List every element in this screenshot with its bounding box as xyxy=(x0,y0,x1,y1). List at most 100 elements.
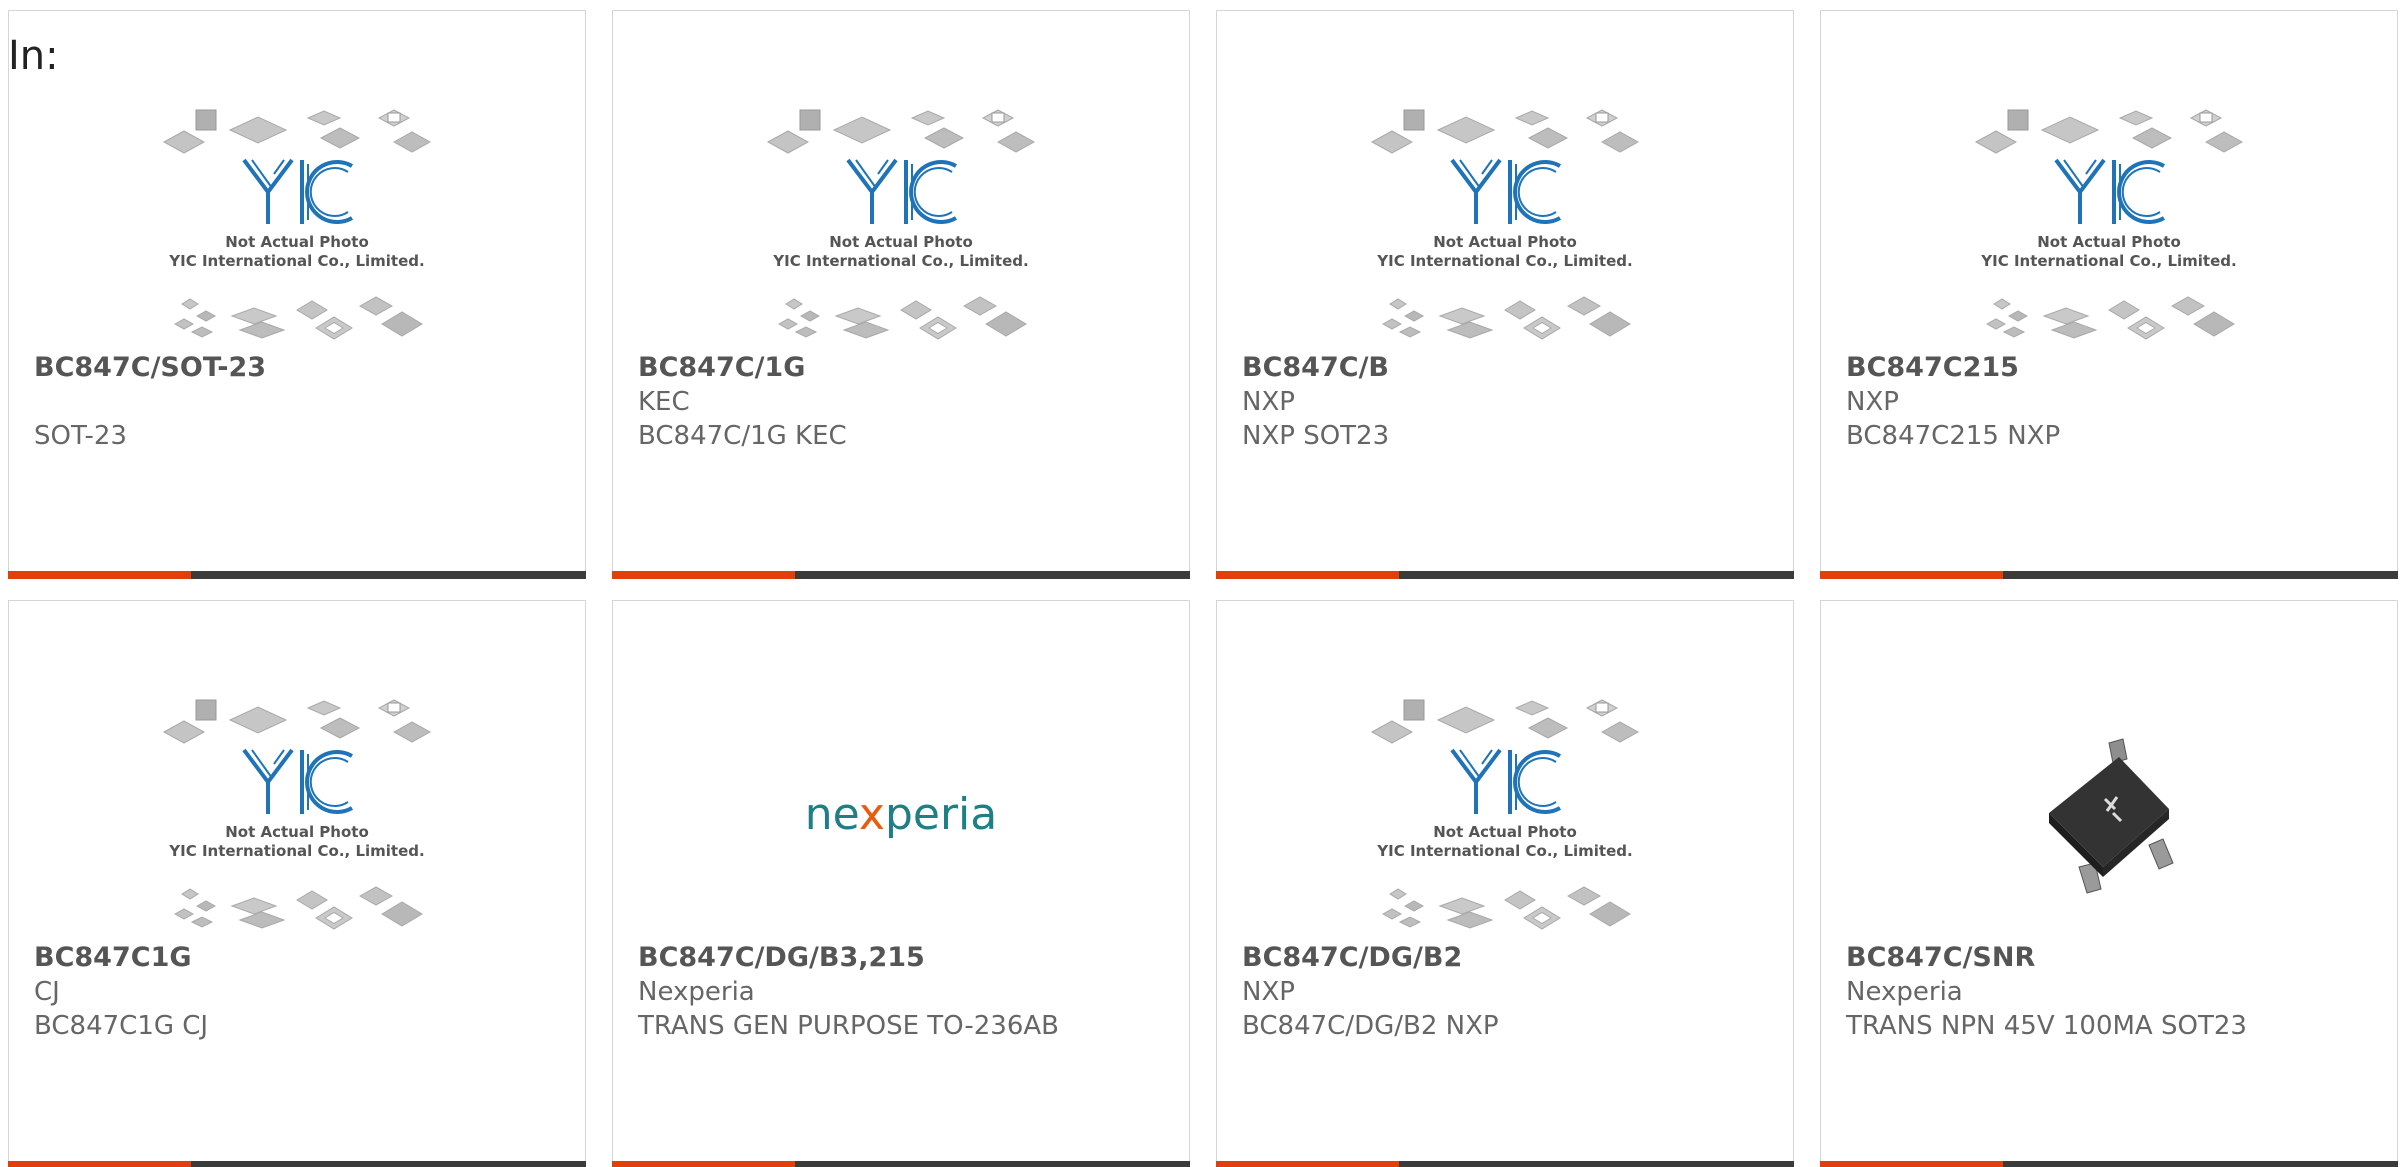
yic-placeholder-image: Not Actual PhotoYIC International Co., L… xyxy=(766,109,1036,340)
product-grid: Not Actual Photo YIC International Co., L… xyxy=(8,10,2398,1167)
yic-placeholder-image: Not Actual PhotoYIC International Co., L… xyxy=(1974,109,2244,340)
yic-logo xyxy=(846,158,957,224)
product-card[interactable]: Not Actual Photo YIC International Co., L… xyxy=(1216,600,1794,1167)
part-number-link[interactable]: BC847C/DG/B2 xyxy=(1242,941,1783,975)
accent-bar-segment xyxy=(1820,571,2003,579)
accent-bar-segment xyxy=(612,571,795,579)
description-text: BC847C1G CJ xyxy=(34,1011,209,1041)
yic-logo xyxy=(242,748,353,814)
card-accent-bar xyxy=(1216,571,1794,579)
product-info: BC847C/SNR Nexperia TRANS NPN 45V 100MA SO… xyxy=(1846,941,2387,1043)
dark-bar-segment xyxy=(191,1161,586,1167)
card-accent-bar xyxy=(8,571,586,579)
company-name-text: YIC International Co., Limited. xyxy=(1980,252,2236,270)
part-number-link[interactable]: BC847C/SOT-23 xyxy=(34,351,575,385)
product-card[interactable]: Not Actual Photo YIC International Co., L… xyxy=(1216,10,1794,579)
description-text: BC847C/DG/B2 NXP xyxy=(1242,1011,1499,1041)
in-label: In: xyxy=(8,33,59,79)
accent-bar-segment xyxy=(1216,1161,1399,1167)
product-info: BC847C/DG/B2 NXP BC847C/DG/B2 NXP xyxy=(1242,941,1783,1043)
product-image[interactable]: Not Actual Photo YIC International Co., L… xyxy=(9,689,585,945)
company-name-text: YIC International Co., Limited. xyxy=(1376,842,1632,860)
company-name-text: YIC International Co., Limited. xyxy=(168,252,424,270)
company-name-text: YIC International Co., Limited. xyxy=(168,842,424,860)
product-image[interactable]: Not Actual Photo YIC International Co., L… xyxy=(1821,99,2397,355)
yic-placeholder-image: Not Actual PhotoYIC International Co., L… xyxy=(1370,109,1640,340)
yic-logo xyxy=(2054,158,2165,224)
not-actual-photo-text: Not Actual Photo xyxy=(1433,233,1577,251)
company-name-text: YIC International Co., Limited. xyxy=(1376,252,1632,270)
dark-bar-segment xyxy=(795,1161,1190,1167)
product-card[interactable]: BC847C/SNR Nexperia TRANS NPN 45V 100MA SO… xyxy=(1820,600,2398,1167)
sot23-chip-photo xyxy=(2049,738,2174,894)
part-number-link[interactable]: BC847C1G xyxy=(34,941,575,975)
not-actual-photo-text: Not Actual Photo xyxy=(225,233,369,251)
manufacturer-text: Nexperia xyxy=(1846,977,1963,1007)
yic-logo xyxy=(1450,158,1561,224)
product-grid-page: Not Actual Photo YIC International Co., L… xyxy=(0,0,2400,1167)
description-text: BC847C/1G KEC xyxy=(638,421,847,451)
manufacturer-text: NXP xyxy=(1242,387,1295,417)
description-text: TRANS NPN 45V 100MA SOT23 xyxy=(1846,1011,2247,1041)
card-accent-bar xyxy=(1820,1161,2398,1167)
dark-bar-segment xyxy=(1399,571,1794,579)
yic-logo xyxy=(1450,748,1561,814)
product-info: BC847C/1G KEC BC847C/1G KEC xyxy=(638,351,1179,453)
manufacturer-text: NXP xyxy=(1242,977,1295,1007)
svg-text:nexperia: nexperia xyxy=(805,789,998,840)
manufacturer-text: Nexperia xyxy=(638,977,755,1007)
part-number-link[interactable]: BC847C215 xyxy=(1846,351,2387,385)
product-card[interactable]: Not Actual Photo YIC International Co., L… xyxy=(8,10,586,579)
manufacturer-text: CJ xyxy=(34,977,60,1007)
product-image[interactable]: Not Actual Photo YIC International Co., L… xyxy=(1217,689,1793,945)
product-image[interactable]: Not Actual Photo YIC International Co., L… xyxy=(613,99,1189,355)
card-accent-bar xyxy=(8,1161,586,1167)
dark-bar-segment xyxy=(795,571,1190,579)
part-number-link[interactable]: BC847C/B xyxy=(1242,351,1783,385)
product-card[interactable]: Not Actual Photo YIC International Co., L… xyxy=(612,10,1190,579)
product-image[interactable] xyxy=(1821,689,2397,945)
product-info: BC847C1G CJ BC847C1G CJ xyxy=(34,941,575,1043)
product-card[interactable]: Not Actual Photo YIC International Co., L… xyxy=(1820,10,2398,579)
product-card[interactable]: nexperia BC847C/DG/B3,215 Nexperia TRANS GE… xyxy=(612,600,1190,1167)
yic-placeholder-image: Not Actual PhotoYIC International Co., L… xyxy=(1370,699,1640,930)
card-accent-bar xyxy=(1216,1161,1794,1167)
part-number-link[interactable]: BC847C/SNR xyxy=(1846,941,2387,975)
product-info: BC847C215 NXP BC847C215 NXP xyxy=(1846,351,2387,453)
dark-bar-segment xyxy=(2003,571,2398,579)
accent-bar-segment xyxy=(8,571,191,579)
product-info: BC847C/SOT-23 SOT-23 xyxy=(34,351,575,453)
not-actual-photo-text: Not Actual Photo xyxy=(2037,233,2181,251)
nexperia-logo: nexperia xyxy=(805,789,998,840)
description-text: SOT-23 xyxy=(34,421,127,451)
part-number-link[interactable]: BC847C/DG/B3,215 xyxy=(638,941,1179,975)
manufacturer-text: KEC xyxy=(638,387,690,417)
yic-logo xyxy=(242,158,353,224)
card-accent-bar xyxy=(612,571,1190,579)
part-number-link[interactable]: BC847C/1G xyxy=(638,351,1179,385)
description-text: TRANS GEN PURPOSE TO-236AB xyxy=(638,1011,1060,1041)
description-text: NXP SOT23 xyxy=(1242,421,1390,451)
not-actual-photo-text: Not Actual Photo xyxy=(1433,823,1577,841)
company-name-text: YIC International Co., Limited. xyxy=(772,252,1028,270)
dark-bar-segment xyxy=(2003,1161,2398,1167)
accent-bar-segment xyxy=(1216,571,1399,579)
product-image[interactable]: nexperia xyxy=(613,689,1189,945)
accent-bar-segment xyxy=(8,1161,191,1167)
manufacturer-text: NXP xyxy=(1846,387,1899,417)
card-accent-bar xyxy=(612,1161,1190,1167)
dark-bar-segment xyxy=(191,571,586,579)
not-actual-photo-text: Not Actual Photo xyxy=(829,233,973,251)
yic-placeholder-image: Not Actual PhotoYIC International Co., L… xyxy=(162,109,432,340)
product-image[interactable]: Not Actual Photo YIC International Co., L… xyxy=(1217,99,1793,355)
description-text: BC847C215 NXP xyxy=(1846,421,2061,451)
card-accent-bar xyxy=(1820,571,2398,579)
accent-bar-segment xyxy=(612,1161,795,1167)
product-card[interactable]: Not Actual Photo YIC International Co., L… xyxy=(8,600,586,1167)
dark-bar-segment xyxy=(1399,1161,1794,1167)
product-info: BC847C/B NXP NXP SOT23 xyxy=(1242,351,1783,453)
product-image[interactable]: Not Actual Photo YIC International Co., L… xyxy=(9,99,585,355)
not-actual-photo-text: Not Actual Photo xyxy=(225,823,369,841)
accent-bar-segment xyxy=(1820,1161,2003,1167)
manufacturer-text xyxy=(34,385,575,419)
